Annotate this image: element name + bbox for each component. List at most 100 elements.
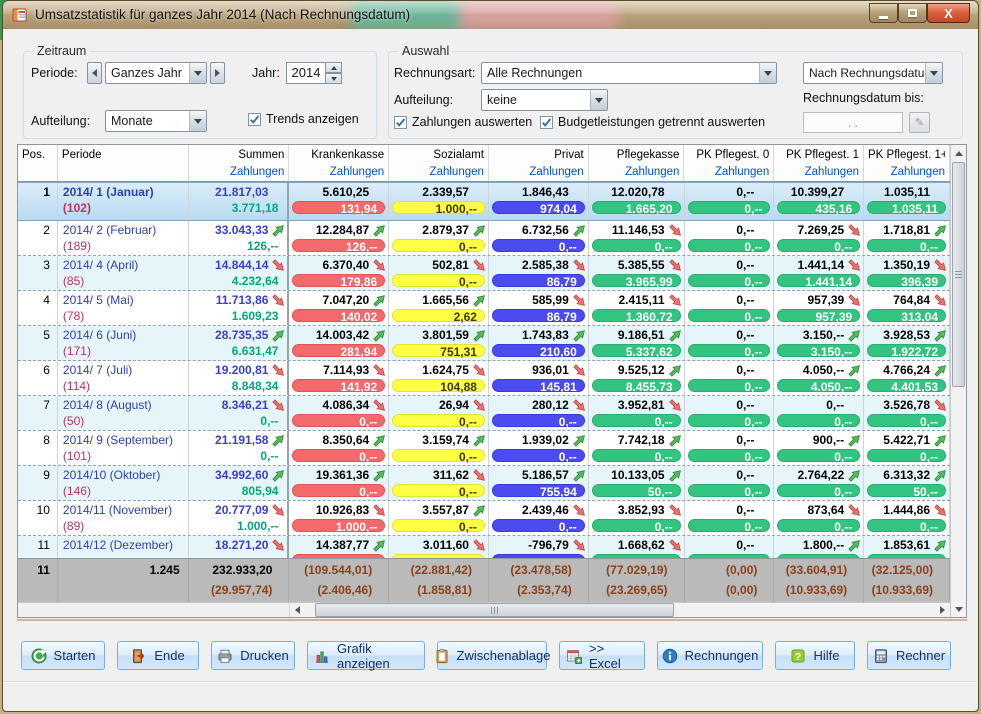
table-row[interactable]: 62014/ 7 (Juli)(114)19.200,818.848,347.1… (18, 361, 950, 396)
scroll-down-button[interactable] (951, 601, 966, 617)
zahlungen-checkbox[interactable]: Zahlungen auswerten (394, 115, 532, 129)
jahr-spin-up[interactable] (326, 62, 342, 73)
cell-periode: 2014/ 7 (Juli)(114) (58, 361, 189, 395)
table-row[interactable]: 32014/ 4 (April)(85)14.844,144.232,646.3… (18, 256, 950, 291)
chevron-down-icon (759, 63, 776, 83)
payment-bar: 0,-- (392, 414, 485, 427)
chevron-left-icon (92, 69, 97, 77)
table-row[interactable]: 112014/12 (Dezember)18.271,2014.387,773.… (18, 536, 950, 558)
column-header-krankenkasse[interactable]: KrankenkasseZahlungen (289, 145, 389, 181)
title-bar[interactable]: Umsatzstatistik für ganzes Jahr 2014 (Na… (3, 1, 978, 29)
column-header-sozialamt[interactable]: SozialamtZahlungen (389, 145, 489, 181)
payment-bar: 0,-- (392, 274, 485, 287)
rechnungen-button[interactable]: Rechnungen (657, 641, 763, 670)
vscroll-track[interactable] (951, 388, 966, 601)
table-row[interactable]: 22014/ 2 (Februar)(189)33.043,33126,--12… (18, 221, 950, 256)
payment-bar: 0,-- (392, 519, 485, 532)
cell-privat: 1.743,83210,60 (489, 326, 589, 360)
cell-summen: 33.043,33126,-- (189, 221, 290, 255)
cell-krankenkasse: 12.284,87126,-- (289, 221, 389, 255)
table-row[interactable]: 102014/11 (November)(89)20.777,091.000,-… (18, 501, 950, 536)
rechnungsart-select[interactable]: Alle Rechnungen (481, 62, 777, 84)
cell-summen: 11.713,861.609,23 (189, 291, 290, 325)
column-header-privat[interactable]: PrivatZahlungen (489, 145, 589, 181)
rechnungsdatum-bis-input[interactable]: . . (803, 112, 903, 133)
column-header-summen[interactable]: SummenZahlungen (189, 145, 290, 181)
payment-bar: 0,-- (867, 414, 946, 427)
payment-text: 805,94 (189, 484, 288, 499)
scroll-up-button[interactable] (951, 145, 966, 161)
jahr-spin-down[interactable] (326, 73, 342, 84)
hscroll-thumb[interactable] (315, 603, 674, 617)
trend-up-icon (847, 363, 862, 378)
horizontal-scrollbar[interactable] (18, 602, 950, 617)
table-row[interactable]: 92014/10 (Oktober)(146)34.992,60805,9419… (18, 466, 950, 501)
cell-krankenkasse: 8.350,640,-- (289, 431, 389, 465)
column-header-pk_pflegest_0[interactable]: PK Pflegest. 0Zahlungen (684, 145, 774, 181)
column-header-periode[interactable]: Periode (58, 145, 189, 181)
excel-button[interactable]: >> Excel (559, 641, 645, 670)
trend-up-icon (271, 433, 286, 448)
trend-up-icon (933, 538, 948, 553)
starten-button[interactable]: Starten (21, 641, 105, 670)
help-icon: ? (790, 648, 806, 664)
jahr-spinner[interactable]: 2014 (286, 62, 342, 84)
table-row[interactable]: 52014/ 6 (Juni)(171)28.735,356.631,4714.… (18, 326, 950, 361)
trend-down-icon (668, 398, 683, 413)
vscroll-thumb[interactable] (952, 162, 965, 387)
datumsmodus-select[interactable]: Nach Rechnungsdatum (803, 62, 943, 84)
trend-up-icon (847, 468, 862, 483)
zwischenablage-button[interactable]: Zwischenablage (437, 641, 547, 670)
table-row[interactable]: 82014/ 9 (September)(101)21.191,580,--8.… (18, 431, 950, 466)
auswahl-aufteilung-select[interactable]: keine (481, 89, 608, 111)
periode-prev-button[interactable] (87, 62, 102, 84)
scroll-right-button[interactable] (935, 603, 950, 617)
trends-checkbox[interactable]: Trends anzeigen (248, 112, 359, 126)
zeitraum-aufteilung-select[interactable]: Monate (105, 110, 207, 132)
payment-bar: 0,-- (688, 379, 771, 392)
table-row[interactable]: 42014/ 5 (Mai)(78)11.713,861.609,237.047… (18, 291, 950, 326)
zeitraum-aufteilung-label: Aufteilung: (31, 114, 90, 128)
grafik-anzeigen-button[interactable]: Grafik anzeigen (307, 641, 425, 670)
cell-pk_pflegest_0: 0,--0,-- (685, 291, 775, 325)
column-header-pk_pflegest_1plus[interactable]: PK Pflegest. 1+Zahlungen (864, 145, 950, 181)
cell-pk_pflegest_1: 873,640,-- (774, 501, 864, 535)
chart-icon (314, 648, 330, 664)
jahr-value[interactable]: 2014 (286, 62, 326, 84)
ende-button[interactable]: Ende (117, 641, 199, 670)
scroll-left-button[interactable] (290, 603, 305, 617)
svg-text:?: ? (795, 652, 801, 663)
trend-up-icon (933, 433, 948, 448)
table-row[interactable]: 72014/ 8 (August)(50)8.346,210,--4.086,3… (18, 396, 950, 431)
trend-up-icon (668, 468, 683, 483)
cell-privat: 1.939,020,-- (489, 431, 589, 465)
hilfe-button[interactable]: ?Hilfe (775, 641, 855, 670)
rechner-button[interactable]: Rechner (867, 641, 951, 670)
cell-pk_pflegest_0: 0,--0,-- (685, 183, 775, 220)
close-button[interactable]: X (927, 3, 970, 23)
column-header-pflegekasse[interactable]: PflegekasseZahlungen (589, 145, 685, 181)
payment-bar: 4.401,53 (867, 379, 946, 392)
column-header-pk_pflegest_1[interactable]: PK Pflegest. 1Zahlungen (774, 145, 864, 181)
maximize-button[interactable] (898, 3, 927, 23)
payment-bar: 0,-- (292, 449, 385, 462)
payment-bar: 0,-- (492, 414, 585, 427)
minimize-button[interactable] (869, 3, 898, 23)
summary-pk_pflegest_1plus: (32.125,00)(10.933,69) (864, 559, 950, 602)
trend-up-icon (933, 468, 948, 483)
cell-privat: 1.846,43974,04 (489, 183, 589, 220)
payment-text: 126,-- (189, 239, 288, 254)
budget-checkbox[interactable]: Budgetleistungen getrennt auswerten (540, 115, 765, 129)
column-header-pos[interactable]: Pos. (18, 145, 58, 181)
drucken-button[interactable]: Drucken (211, 641, 295, 670)
cell-summen: 20.777,091.000,-- (189, 501, 290, 535)
table-row[interactable]: 12014/ 1 (Januar)(102)21.817,033.771,185… (18, 182, 950, 221)
cell-sozialamt: 3.159,740,-- (389, 431, 489, 465)
vertical-scrollbar[interactable] (950, 145, 966, 617)
periode-select[interactable]: Ganzes Jahr (105, 62, 207, 84)
date-picker-button[interactable]: ✎ (909, 112, 930, 133)
periode-next-button[interactable] (210, 62, 225, 84)
trend-down-icon (668, 223, 683, 238)
payment-bar: 1.665,20 (592, 201, 681, 214)
cell-periode: 2014/11 (November)(89) (58, 501, 189, 535)
